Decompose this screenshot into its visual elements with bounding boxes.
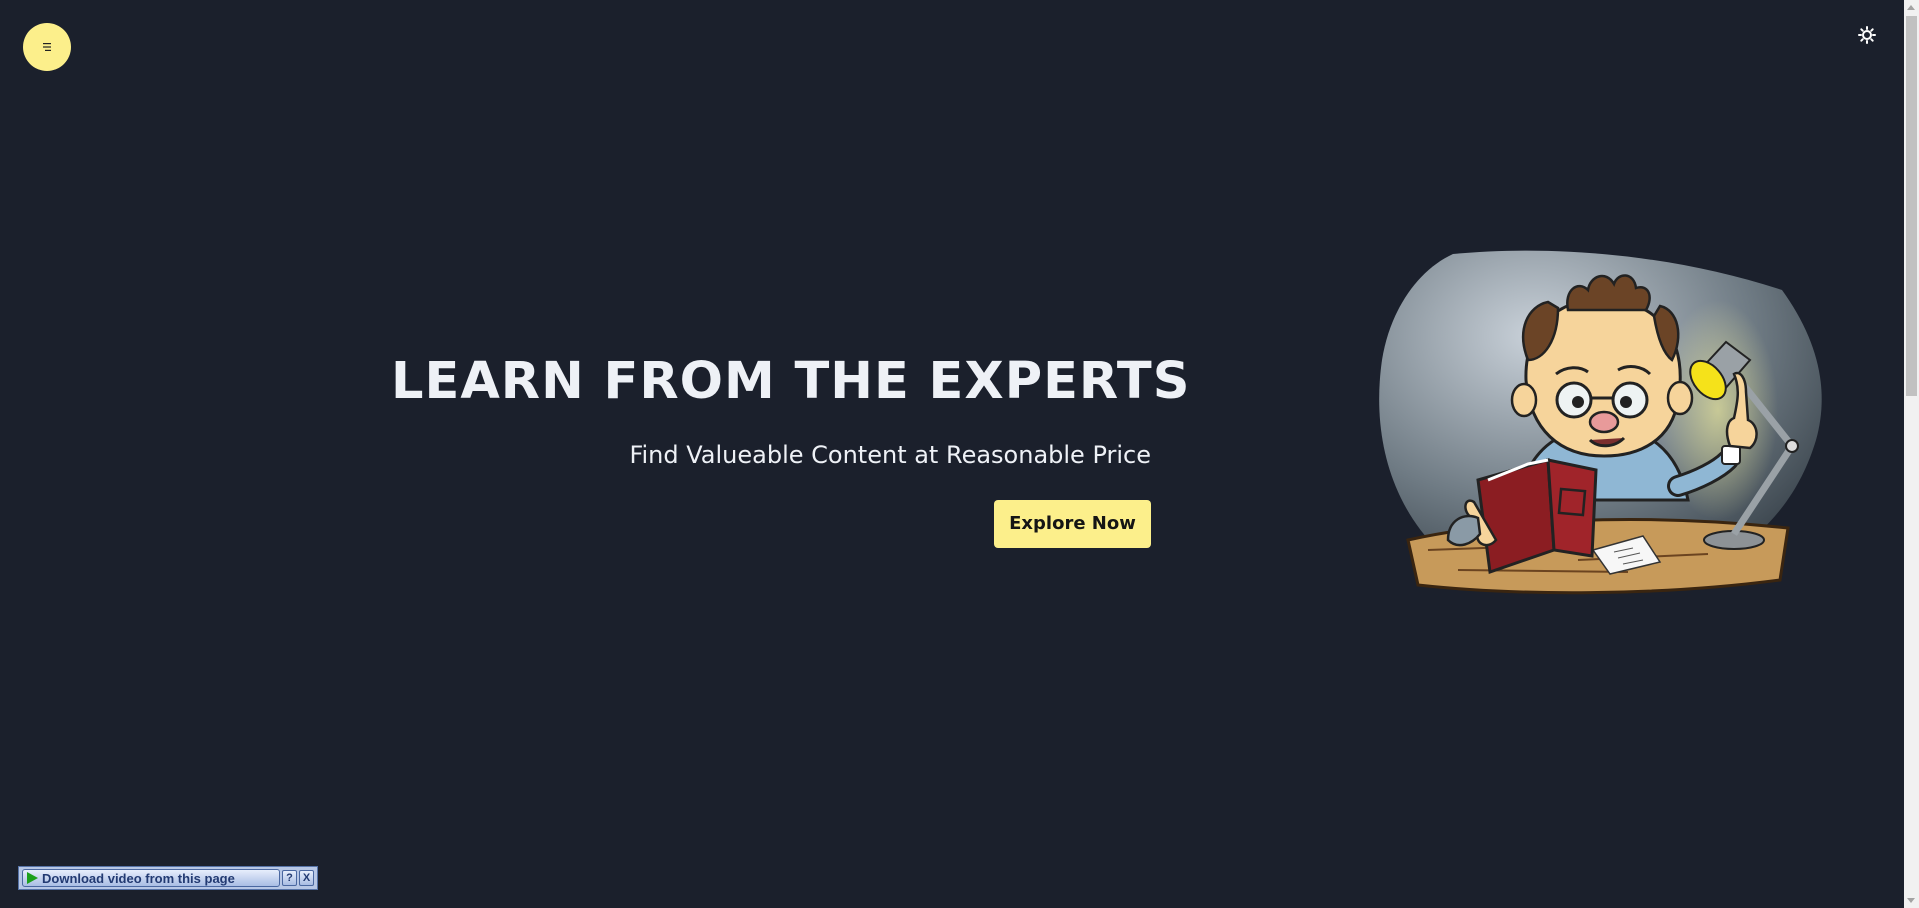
play-icon <box>27 872 38 884</box>
download-video-button[interactable]: Download video from this page <box>22 869 280 887</box>
download-video-label: Download video from this page <box>42 870 235 886</box>
menu-button[interactable] <box>23 23 71 71</box>
menu-lines-icon <box>43 43 51 51</box>
scrollbar-thumb[interactable] <box>1906 16 1917 396</box>
hero-subtitle: Find Valueable Content at Reasonable Pri… <box>629 441 1151 469</box>
close-button[interactable]: X <box>299 870 314 886</box>
hero-section: LEARN FROM THE EXPERTS Find Valueable Co… <box>391 350 1191 548</box>
professor-reading-illustration <box>1378 250 1824 600</box>
help-button[interactable]: ? <box>282 870 297 886</box>
vertical-scrollbar[interactable] <box>1904 0 1919 908</box>
scroll-down-arrow-icon[interactable] <box>1907 898 1915 903</box>
scroll-up-arrow-icon[interactable] <box>1907 5 1915 10</box>
theme-toggle-button[interactable] <box>1857 25 1877 45</box>
sun-icon <box>1858 26 1876 44</box>
download-video-toolbar: Download video from this page ? X <box>18 866 318 890</box>
explore-now-button[interactable]: Explore Now <box>994 500 1151 548</box>
landing-page: LEARN FROM THE EXPERTS Find Valueable Co… <box>0 0 1919 908</box>
hero-title: LEARN FROM THE EXPERTS <box>391 352 1191 411</box>
